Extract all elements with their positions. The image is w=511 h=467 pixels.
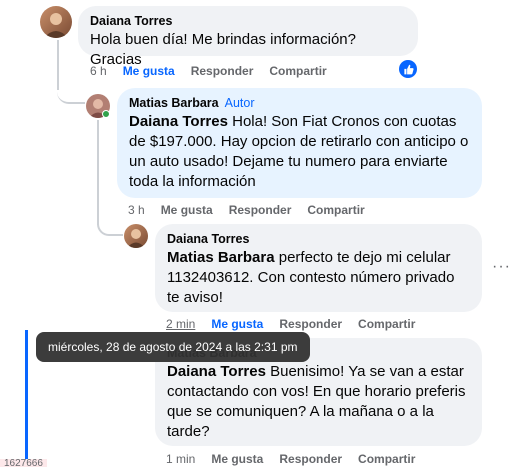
reply-button[interactable]: Responder [279, 317, 342, 331]
share-button[interactable]: Compartir [358, 452, 415, 466]
more-options-icon[interactable]: ··· [492, 258, 511, 276]
comment-text: Daiana Torres Hola! Son Fiat Cronos con … [129, 112, 470, 192]
comment-actions: 3 h Me gusta Responder Compartir [128, 203, 381, 217]
bottom-snippet: 1627666 [0, 459, 47, 467]
comment-bubble: Daiana Torres Matias Barbara perfecto te… [155, 224, 482, 312]
share-button[interactable]: Compartir [269, 64, 326, 78]
comment-time[interactable]: 1 min [166, 452, 195, 466]
mention-link[interactable]: Daiana Torres [129, 113, 228, 130]
author-name[interactable]: Matias Barbara [129, 96, 219, 110]
comment-author[interactable]: Daiana Torres [90, 14, 406, 28]
reply-button[interactable]: Responder [229, 203, 292, 217]
comment-actions: 2 min Me gusta Responder Compartir [166, 317, 431, 331]
thumbs-up-icon[interactable] [399, 60, 417, 78]
thread-connector-2 [97, 210, 123, 236]
share-button[interactable]: Compartir [358, 317, 415, 331]
online-status-icon [102, 110, 110, 118]
like-button[interactable]: Me gusta [211, 317, 263, 331]
share-button[interactable]: Compartir [307, 203, 364, 217]
comment-text: Matias Barbara perfecto te dejo mi celul… [167, 248, 470, 308]
comment-bubble: Daiana Torres Hola buen día! Me brindas … [78, 6, 418, 68]
mention-link[interactable]: Daiana Torres [167, 363, 266, 380]
reply-button[interactable]: Responder [191, 64, 254, 78]
comment-time[interactable]: 6 h [90, 64, 107, 78]
comment-time[interactable]: 2 min [166, 317, 195, 331]
avatar[interactable] [40, 6, 72, 38]
reply-button[interactable]: Responder [279, 452, 342, 466]
comment-author: Matias Barbara Autor [129, 96, 470, 110]
comment-bubble: Matias Barbara Autor Daiana Torres Hola! … [117, 88, 482, 198]
mention-link[interactable]: Matias Barbara [167, 249, 275, 266]
timestamp-tooltip: miércoles, 28 de agosto de 2024 a las 2:… [36, 332, 310, 362]
comment-actions: 1 min Me gusta Responder Compartir [166, 452, 431, 466]
avatar[interactable] [124, 224, 148, 248]
thread-line-focus [25, 330, 28, 467]
comment-author[interactable]: Daiana Torres [167, 232, 470, 246]
like-button[interactable]: Me gusta [123, 64, 175, 78]
comment-actions: 6 h Me gusta Responder Compartir [90, 64, 343, 78]
comment-text: Daiana Torres Buenisimo! Ya se van a est… [167, 362, 470, 442]
like-button[interactable]: Me gusta [211, 452, 263, 466]
comment-time[interactable]: 3 h [128, 203, 145, 217]
like-button[interactable]: Me gusta [161, 203, 213, 217]
author-badge: Autor [224, 96, 255, 110]
thread-connector-1 [57, 82, 85, 104]
